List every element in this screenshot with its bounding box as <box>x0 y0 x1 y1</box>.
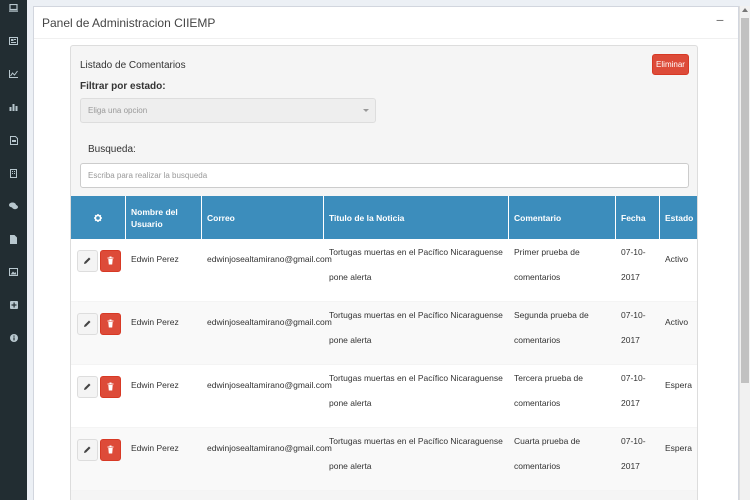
laptop-icon[interactable] <box>0 4 27 12</box>
cell-date: 07-10-2017 <box>621 436 646 471</box>
cell-title: Tortugas muertas en el Pacífico Nicaragu… <box>329 373 503 408</box>
cell-title: Tortugas muertas en el Pacífico Nicaragu… <box>329 310 503 345</box>
panel-header: Panel de Administracion CIIEMP − <box>34 7 738 39</box>
table-row: Edwin Perez edwinjosealtamirano@gmail.com… <box>71 302 697 365</box>
bar-chart-icon[interactable] <box>0 103 27 111</box>
cell-email: edwinjosealtamirano@gmail.com <box>207 380 332 390</box>
cell-user: Edwin Perez <box>131 317 179 327</box>
filter-label: Filtrar por estado: <box>80 81 166 92</box>
edit-button[interactable] <box>77 250 98 272</box>
comments-title: Listado de Comentarios <box>80 60 186 71</box>
cell-title: Tortugas muertas en el Pacífico Nicaragu… <box>329 436 503 471</box>
panel-title: Panel de Administracion CIIEMP <box>42 16 216 30</box>
edit-button[interactable] <box>77 376 98 398</box>
search-label: Busqueda: <box>88 144 136 155</box>
caret-down-icon <box>363 109 369 112</box>
cell-status: Espera <box>665 380 692 390</box>
edit-button[interactable] <box>77 439 98 461</box>
cell-status: Activo <box>665 254 689 264</box>
cell-user: Edwin Perez <box>131 380 179 390</box>
cell-status: Espera <box>665 443 692 453</box>
cell-email: edwinjosealtamirano@gmail.com <box>207 317 332 327</box>
cell-date: 07-10-2017 <box>621 247 646 282</box>
search-input[interactable] <box>80 163 689 188</box>
cell-user: Edwin Perez <box>131 443 179 453</box>
sidebar <box>0 0 27 500</box>
image-icon[interactable] <box>0 268 27 276</box>
minus-icon[interactable]: − <box>716 13 724 27</box>
column-header-status[interactable]: Estado <box>660 196 697 239</box>
column-header-user[interactable]: Nombre del Usuario <box>126 196 202 239</box>
status-filter-select[interactable]: Eliga una opcion <box>80 98 376 123</box>
table-row: Edwin Perez edwinjosealtamirano@gmail.com… <box>71 428 697 491</box>
table-row: Edwin Perez edwinjosealtamirano@gmail.com… <box>71 239 697 302</box>
delete-row-button[interactable] <box>100 439 121 461</box>
scrollbar[interactable] <box>739 6 750 500</box>
line-chart-icon[interactable] <box>0 70 27 78</box>
cell-email: edwinjosealtamirano@gmail.com <box>207 254 332 264</box>
cell-comment: Tercera prueba de comentarios <box>514 373 583 408</box>
file-icon[interactable] <box>0 235 27 244</box>
table-row: Edwin Perez edwinjosealtamirano@gmail.com… <box>71 365 697 428</box>
file-pdf-icon[interactable] <box>0 136 27 145</box>
info-circle-icon[interactable] <box>0 334 27 342</box>
building-icon[interactable] <box>0 169 27 178</box>
cell-date: 07-10-2017 <box>621 310 646 345</box>
column-header-title[interactable]: Titulo de la Noticia <box>324 196 509 239</box>
scroll-up-arrow[interactable] <box>742 8 748 12</box>
cell-comment: Segunda prueba de comentarios <box>514 310 589 345</box>
delete-button[interactable]: Eliminar <box>652 54 689 75</box>
plus-square-icon[interactable] <box>0 301 27 309</box>
delete-row-button[interactable] <box>100 313 121 335</box>
newspaper-icon[interactable] <box>0 37 27 45</box>
cell-user: Edwin Perez <box>131 254 179 264</box>
column-header-email[interactable]: Correo <box>202 196 324 239</box>
cell-comment: Primer prueba de comentarios <box>514 247 580 282</box>
gear-icon[interactable] <box>71 196 126 239</box>
edit-button[interactable] <box>77 313 98 335</box>
cell-title: Tortugas muertas en el Pacífico Nicaragu… <box>329 247 503 282</box>
table-header: Nombre del Usuario Correo Titulo de la N… <box>71 196 697 239</box>
status-filter-placeholder: Eliga una opcion <box>88 106 148 115</box>
cell-comment: Cuarta prueba de comentarios <box>514 436 581 471</box>
comments-icon[interactable] <box>0 202 27 210</box>
cell-date: 07-10-2017 <box>621 373 646 408</box>
column-header-date[interactable]: Fecha <box>616 196 660 239</box>
cell-status: Activo <box>665 317 689 327</box>
delete-row-button[interactable] <box>100 250 121 272</box>
scroll-thumb[interactable] <box>741 18 749 383</box>
cell-email: edwinjosealtamirano@gmail.com <box>207 443 332 453</box>
column-header-comment[interactable]: Comentario <box>509 196 616 239</box>
delete-row-button[interactable] <box>100 376 121 398</box>
